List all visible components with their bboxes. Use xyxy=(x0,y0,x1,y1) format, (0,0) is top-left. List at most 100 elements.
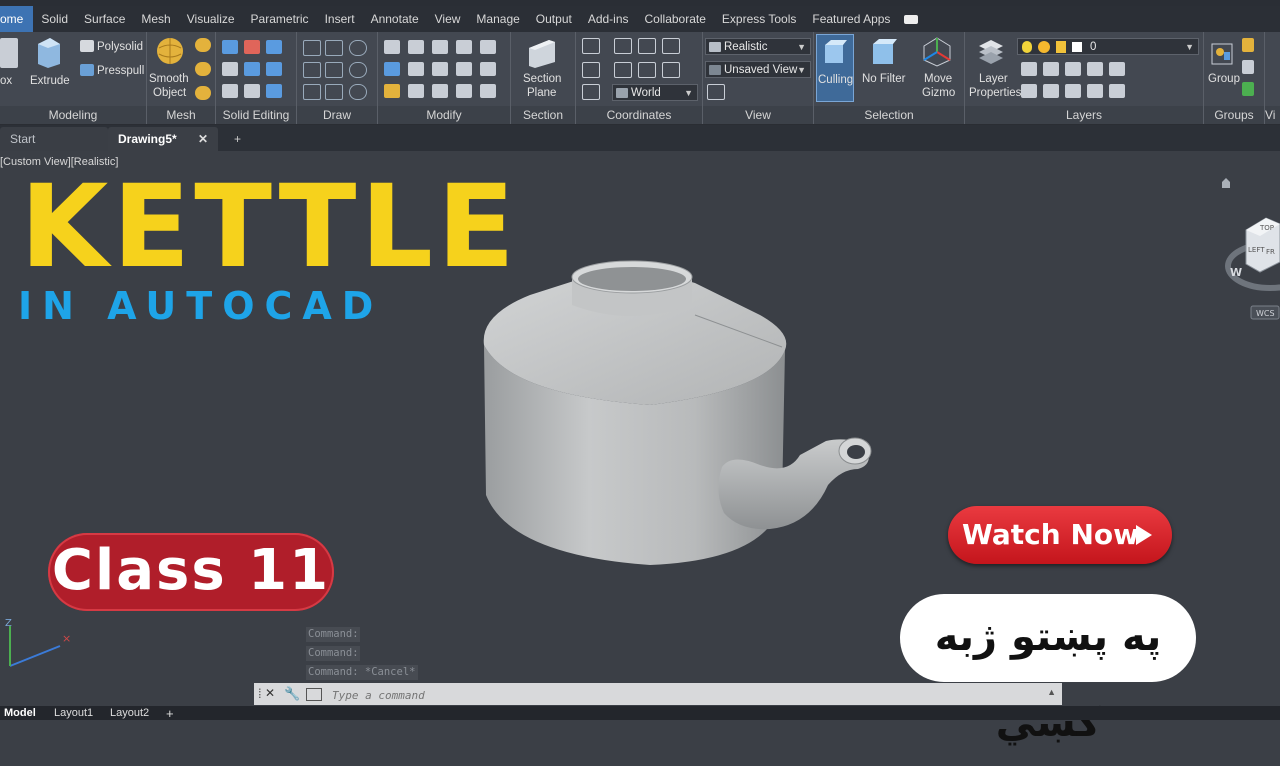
rectangle-icon[interactable] xyxy=(325,84,343,100)
extract-edges-icon[interactable] xyxy=(244,62,260,76)
move-gizmo-icon[interactable] xyxy=(922,36,952,68)
tab-express-tools[interactable]: Express Tools xyxy=(714,6,804,32)
intersect-icon[interactable] xyxy=(266,40,282,54)
extrude-icon[interactable] xyxy=(34,36,62,68)
tab-collaborate[interactable]: Collaborate xyxy=(637,6,714,32)
tab-featured-apps[interactable]: Featured Apps xyxy=(804,6,898,32)
command-prompt-icon[interactable] xyxy=(306,688,322,701)
layer-properties-icon[interactable] xyxy=(977,36,1005,66)
tab-layout1[interactable]: Layout1 xyxy=(54,706,93,720)
mirror-icon[interactable] xyxy=(384,40,400,54)
tab-home[interactable]: ome xyxy=(0,6,34,32)
groups-panel-title[interactable]: Groups xyxy=(1204,106,1264,124)
group-icon[interactable] xyxy=(1210,38,1236,66)
ucs-z-icon[interactable] xyxy=(662,62,680,78)
layer-tool-2-icon[interactable] xyxy=(1043,62,1059,76)
section-label[interactable]: Section xyxy=(523,72,561,86)
move-icon[interactable] xyxy=(432,40,448,54)
close-command-icon[interactable]: ✕ xyxy=(265,686,275,700)
group-tool-3-icon[interactable] xyxy=(1242,82,1254,96)
properties-label[interactable]: Properties xyxy=(969,86,1021,100)
modeling-panel-title[interactable]: Modeling xyxy=(0,106,146,124)
extrude-label[interactable]: Extrude xyxy=(30,74,70,88)
culling-button[interactable]: Culling xyxy=(816,34,854,102)
object-label[interactable]: Object xyxy=(153,86,186,100)
ucs-icon[interactable] xyxy=(582,38,600,54)
customize-wrench-icon[interactable]: 🔧 xyxy=(284,686,300,702)
compass-west-label[interactable]: W xyxy=(1230,266,1242,279)
visual-style-dropdown[interactable]: Realistic ▼ xyxy=(705,38,811,55)
3d-move-icon[interactable] xyxy=(408,40,424,54)
add-layout-icon[interactable]: + xyxy=(166,706,174,721)
ucs-world-dropdown[interactable]: World ▼ xyxy=(612,84,698,101)
group-tool-1-icon[interactable] xyxy=(1242,38,1254,52)
tab-parametric[interactable]: Parametric xyxy=(243,6,317,32)
presspull-label[interactable]: Presspull xyxy=(97,64,144,78)
named-view-dropdown[interactable]: Unsaved View ▼ xyxy=(705,61,811,78)
tab-drawing5[interactable]: Drawing5* ✕ xyxy=(108,127,218,151)
viewcube-left-label[interactable]: LEFT xyxy=(1248,246,1265,254)
erase-icon[interactable] xyxy=(384,84,400,98)
layer-tool-1-icon[interactable] xyxy=(1021,62,1037,76)
rotate-icon[interactable] xyxy=(432,62,448,76)
mesh-panel-title[interactable]: Mesh xyxy=(147,106,215,124)
polysolid-icon[interactable] xyxy=(80,40,94,52)
array-icon[interactable] xyxy=(456,40,472,54)
selection-panel-title[interactable]: Selection xyxy=(814,106,964,124)
scale-icon[interactable] xyxy=(456,62,472,76)
smooth-object-icon[interactable] xyxy=(155,36,185,66)
box-icon[interactable] xyxy=(0,38,18,68)
tab-manage[interactable]: Manage xyxy=(468,6,527,32)
ucs-named-icon[interactable] xyxy=(582,84,600,100)
box-label[interactable]: ox xyxy=(0,74,12,88)
tab-surface[interactable]: Surface xyxy=(76,6,133,32)
layer-tool-10-icon[interactable] xyxy=(1109,84,1125,98)
section-plane-icon[interactable] xyxy=(527,38,557,70)
ucs-3point-icon[interactable] xyxy=(662,38,680,54)
subtract-icon[interactable] xyxy=(244,40,260,54)
ucs-face-icon[interactable] xyxy=(582,62,600,78)
line-icon[interactable] xyxy=(303,40,321,56)
kettle-model[interactable] xyxy=(470,255,890,575)
smooth-label[interactable]: Smooth xyxy=(149,72,189,86)
close-tab-icon[interactable]: ✕ xyxy=(198,127,208,151)
tab-model[interactable]: Model xyxy=(4,706,36,720)
command-input[interactable] xyxy=(330,686,1034,704)
view-panel-title[interactable]: View xyxy=(703,106,813,124)
tab-solid[interactable]: Solid xyxy=(33,6,76,32)
copy-icon[interactable] xyxy=(408,84,424,98)
polyline-icon[interactable] xyxy=(325,40,343,56)
drag-handle-icon[interactable]: ⁞ xyxy=(258,686,262,701)
layer-tool-5-icon[interactable] xyxy=(1109,62,1125,76)
viewcube-front-label[interactable]: FR xyxy=(1266,248,1275,256)
arc-icon[interactable] xyxy=(349,40,367,56)
mesh-box-icon[interactable] xyxy=(195,38,211,52)
tab-layout2[interactable]: Layout2 xyxy=(110,706,149,720)
ucs-x-icon[interactable] xyxy=(614,62,632,78)
circle-icon[interactable] xyxy=(349,62,367,78)
no-filter-label[interactable]: No Filter xyxy=(862,72,905,86)
no-filter-icon[interactable] xyxy=(870,38,898,66)
chevron-up-icon[interactable]: ▲ xyxy=(1047,687,1056,697)
modify-panel-title[interactable]: Modify xyxy=(378,106,510,124)
ucs-y-icon[interactable] xyxy=(638,62,656,78)
mesh-cylinder-icon[interactable] xyxy=(195,62,211,76)
plane-label[interactable]: Plane xyxy=(527,86,556,100)
section-panel-title[interactable]: Section xyxy=(511,106,575,124)
viewcube[interactable]: TOP LEFT FR W WCS xyxy=(1218,176,1280,326)
stretch-icon[interactable] xyxy=(432,84,448,98)
new-tab-button[interactable]: + xyxy=(224,127,244,151)
spline-icon[interactable] xyxy=(303,62,321,78)
tab-add-ins[interactable]: Add-ins xyxy=(580,6,637,32)
coordinates-panel-title[interactable]: Coordinates xyxy=(576,106,702,124)
trim-icon[interactable] xyxy=(480,40,496,54)
mesh-refine-icon[interactable] xyxy=(195,86,211,100)
fillet-icon[interactable] xyxy=(480,62,496,76)
gizmo-label[interactable]: Gizmo xyxy=(922,86,955,100)
solid-editing-panel-title[interactable]: Solid Editing xyxy=(216,106,296,124)
group-label[interactable]: Group xyxy=(1208,72,1240,86)
layers-panel-title[interactable]: Layers xyxy=(965,106,1203,124)
layer-tool-9-icon[interactable] xyxy=(1087,84,1103,98)
tab-insert[interactable]: Insert xyxy=(317,6,363,32)
thicken-icon[interactable] xyxy=(244,84,260,98)
